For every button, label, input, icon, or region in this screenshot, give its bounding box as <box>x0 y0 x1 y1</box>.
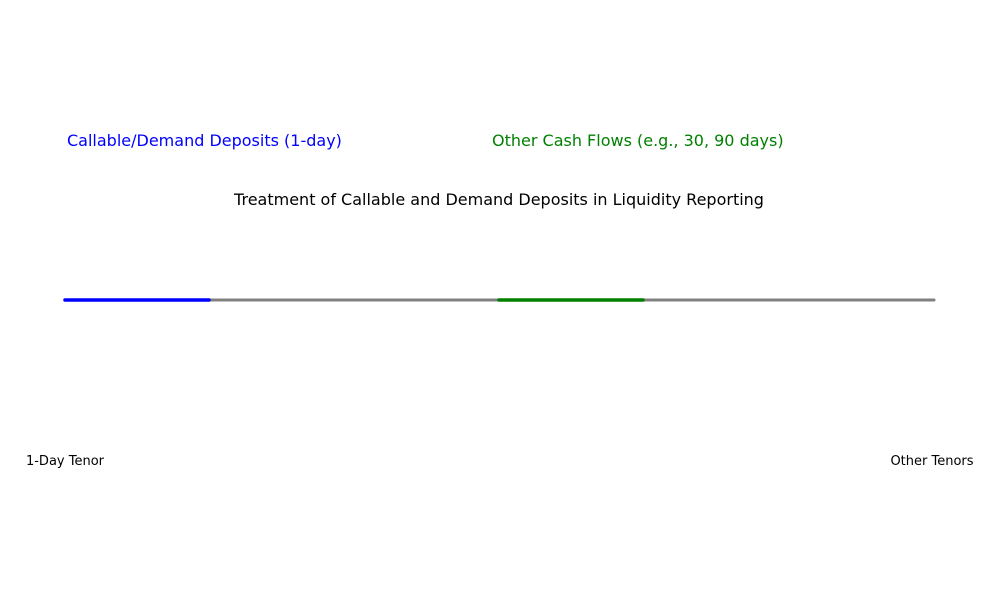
callable-deposits-label: Callable/Demand Deposits (1-day) <box>67 131 342 150</box>
other-cash-flows-label: Other Cash Flows (e.g., 30, 90 days) <box>492 131 784 150</box>
one-day-tenor-label: 1-Day Tenor <box>26 454 105 469</box>
tenor-diagram: Callable/Demand Deposits (1-day) Other C… <box>26 131 974 469</box>
diagram-canvas: Callable/Demand Deposits (1-day) Other C… <box>0 0 1000 600</box>
other-tenors-label: Other Tenors <box>890 454 973 469</box>
diagram-title: Treatment of Callable and Demand Deposit… <box>233 190 764 209</box>
